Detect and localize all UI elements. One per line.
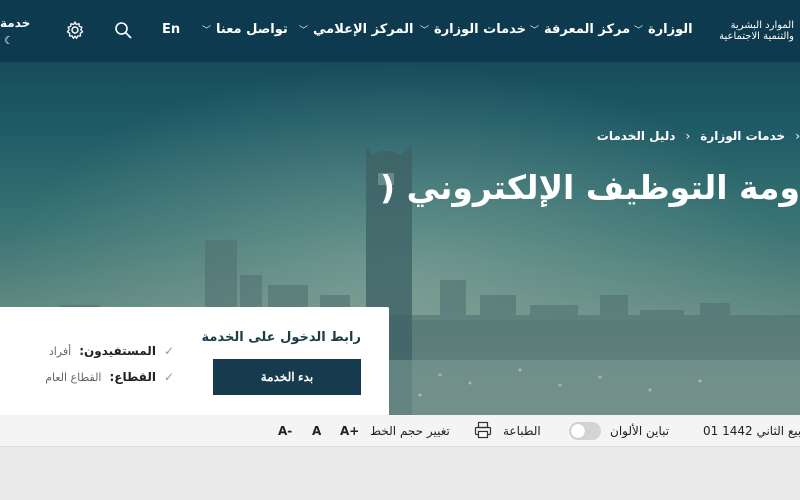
beneficiaries-label: المستفيدون: xyxy=(79,344,156,358)
chevron-down-icon: ﹀ xyxy=(202,26,212,36)
hijri-date: 01 ربيع الثاني 1442 xyxy=(703,424,800,438)
sector-label: القطاع: xyxy=(109,370,156,384)
chevron-down-icon: ﹀ xyxy=(420,26,430,36)
font-normal-button[interactable]: A xyxy=(312,424,321,438)
gear-icon[interactable] xyxy=(65,20,85,40)
font-increase-button[interactable]: A+ xyxy=(340,424,359,438)
font-size-label: تغيير حجم الخط xyxy=(370,424,450,438)
beneficiaries-value: أفراد xyxy=(48,344,72,358)
top-navigation-bar: خدمة ☾ En ﹀ تواصل معنا ﹀ المركز الإعلامي… xyxy=(0,0,800,62)
nav-item-media-center[interactable]: ﹀ المركز الإعلامي xyxy=(299,22,413,37)
check-circle-icon: ✓ xyxy=(163,344,174,358)
search-icon[interactable] xyxy=(113,20,133,40)
nav-item-ministry[interactable]: ﹀ الوزارة xyxy=(634,22,693,37)
language-label: En xyxy=(162,22,181,37)
accessibility-bar: 01 ربيع الثاني 1442 تباين الألوان الطباع… xyxy=(0,415,800,447)
edge-nav-text[interactable]: خدمة xyxy=(0,16,30,30)
nav-label: المركز الإعلامي xyxy=(313,22,414,37)
chevron-down-icon: ﹀ xyxy=(299,26,309,36)
font-decrease-button[interactable]: A- xyxy=(278,424,292,438)
breadcrumb: ‹ خدمات الوزارة ‹ دليل الخدمات xyxy=(409,129,800,143)
nav-item-ministry-services[interactable]: ﹀ خدمات الوزارة xyxy=(420,22,526,37)
language-switch[interactable]: En xyxy=(162,22,180,37)
chevron-left-icon: ‹ xyxy=(795,129,800,143)
nav-item-knowledge-center[interactable]: ﹀ مركز المعرفة xyxy=(530,22,630,37)
sector-value: القطاع العام xyxy=(45,370,102,384)
nav-label: خدمات الوزارة xyxy=(434,22,526,37)
chevron-down-icon: ﹀ xyxy=(530,26,540,36)
toggle-knob xyxy=(571,424,585,438)
ministry-logo[interactable]: الموارد البشرية والتنمية الاجتماعية xyxy=(716,20,794,42)
start-service-button[interactable]: بدء الخدمة xyxy=(213,359,361,395)
page-title-text: ومة التوظيف الإلكتروني (جدارة) xyxy=(380,168,800,207)
breadcrumb-item-service-guide[interactable]: دليل الخدمات xyxy=(597,129,676,143)
page-background xyxy=(0,448,800,500)
beneficiaries-row: ✓ المستفيدون: أفراد xyxy=(49,344,174,358)
service-link-heading: رابط الدخول على الخدمة xyxy=(201,330,361,345)
printer-icon[interactable] xyxy=(474,421,492,439)
nav-label: الوزارة xyxy=(648,22,693,37)
logo-line-2: والتنمية الاجتماعية xyxy=(719,31,794,42)
color-contrast-label: تباين الألوان xyxy=(610,424,670,438)
nav-label: مركز المعرفة xyxy=(544,22,631,37)
print-label[interactable]: الطباعة xyxy=(503,424,541,438)
service-card: رابط الدخول على الخدمة بدء الخدمة ✓ المس… xyxy=(0,307,389,415)
moon-icon[interactable]: ☾ xyxy=(4,34,14,47)
chevron-down-icon: ﹀ xyxy=(634,26,644,36)
sector-row: ✓ القطاع: القطاع العام xyxy=(45,370,174,384)
chevron-left-icon: ‹ xyxy=(685,129,691,143)
nav-label: تواصل معنا xyxy=(216,22,288,37)
logo-line-1: الموارد البشرية xyxy=(730,20,794,31)
nav-item-contact[interactable]: ﹀ تواصل معنا xyxy=(202,22,288,37)
page-title: ومة التوظيف الإلكتروني (جدارة) xyxy=(380,168,800,207)
check-circle-icon: ✓ xyxy=(163,370,174,384)
breadcrumb-item-ministry-services[interactable]: خدمات الوزارة xyxy=(700,129,785,143)
color-contrast-toggle[interactable] xyxy=(569,422,601,440)
